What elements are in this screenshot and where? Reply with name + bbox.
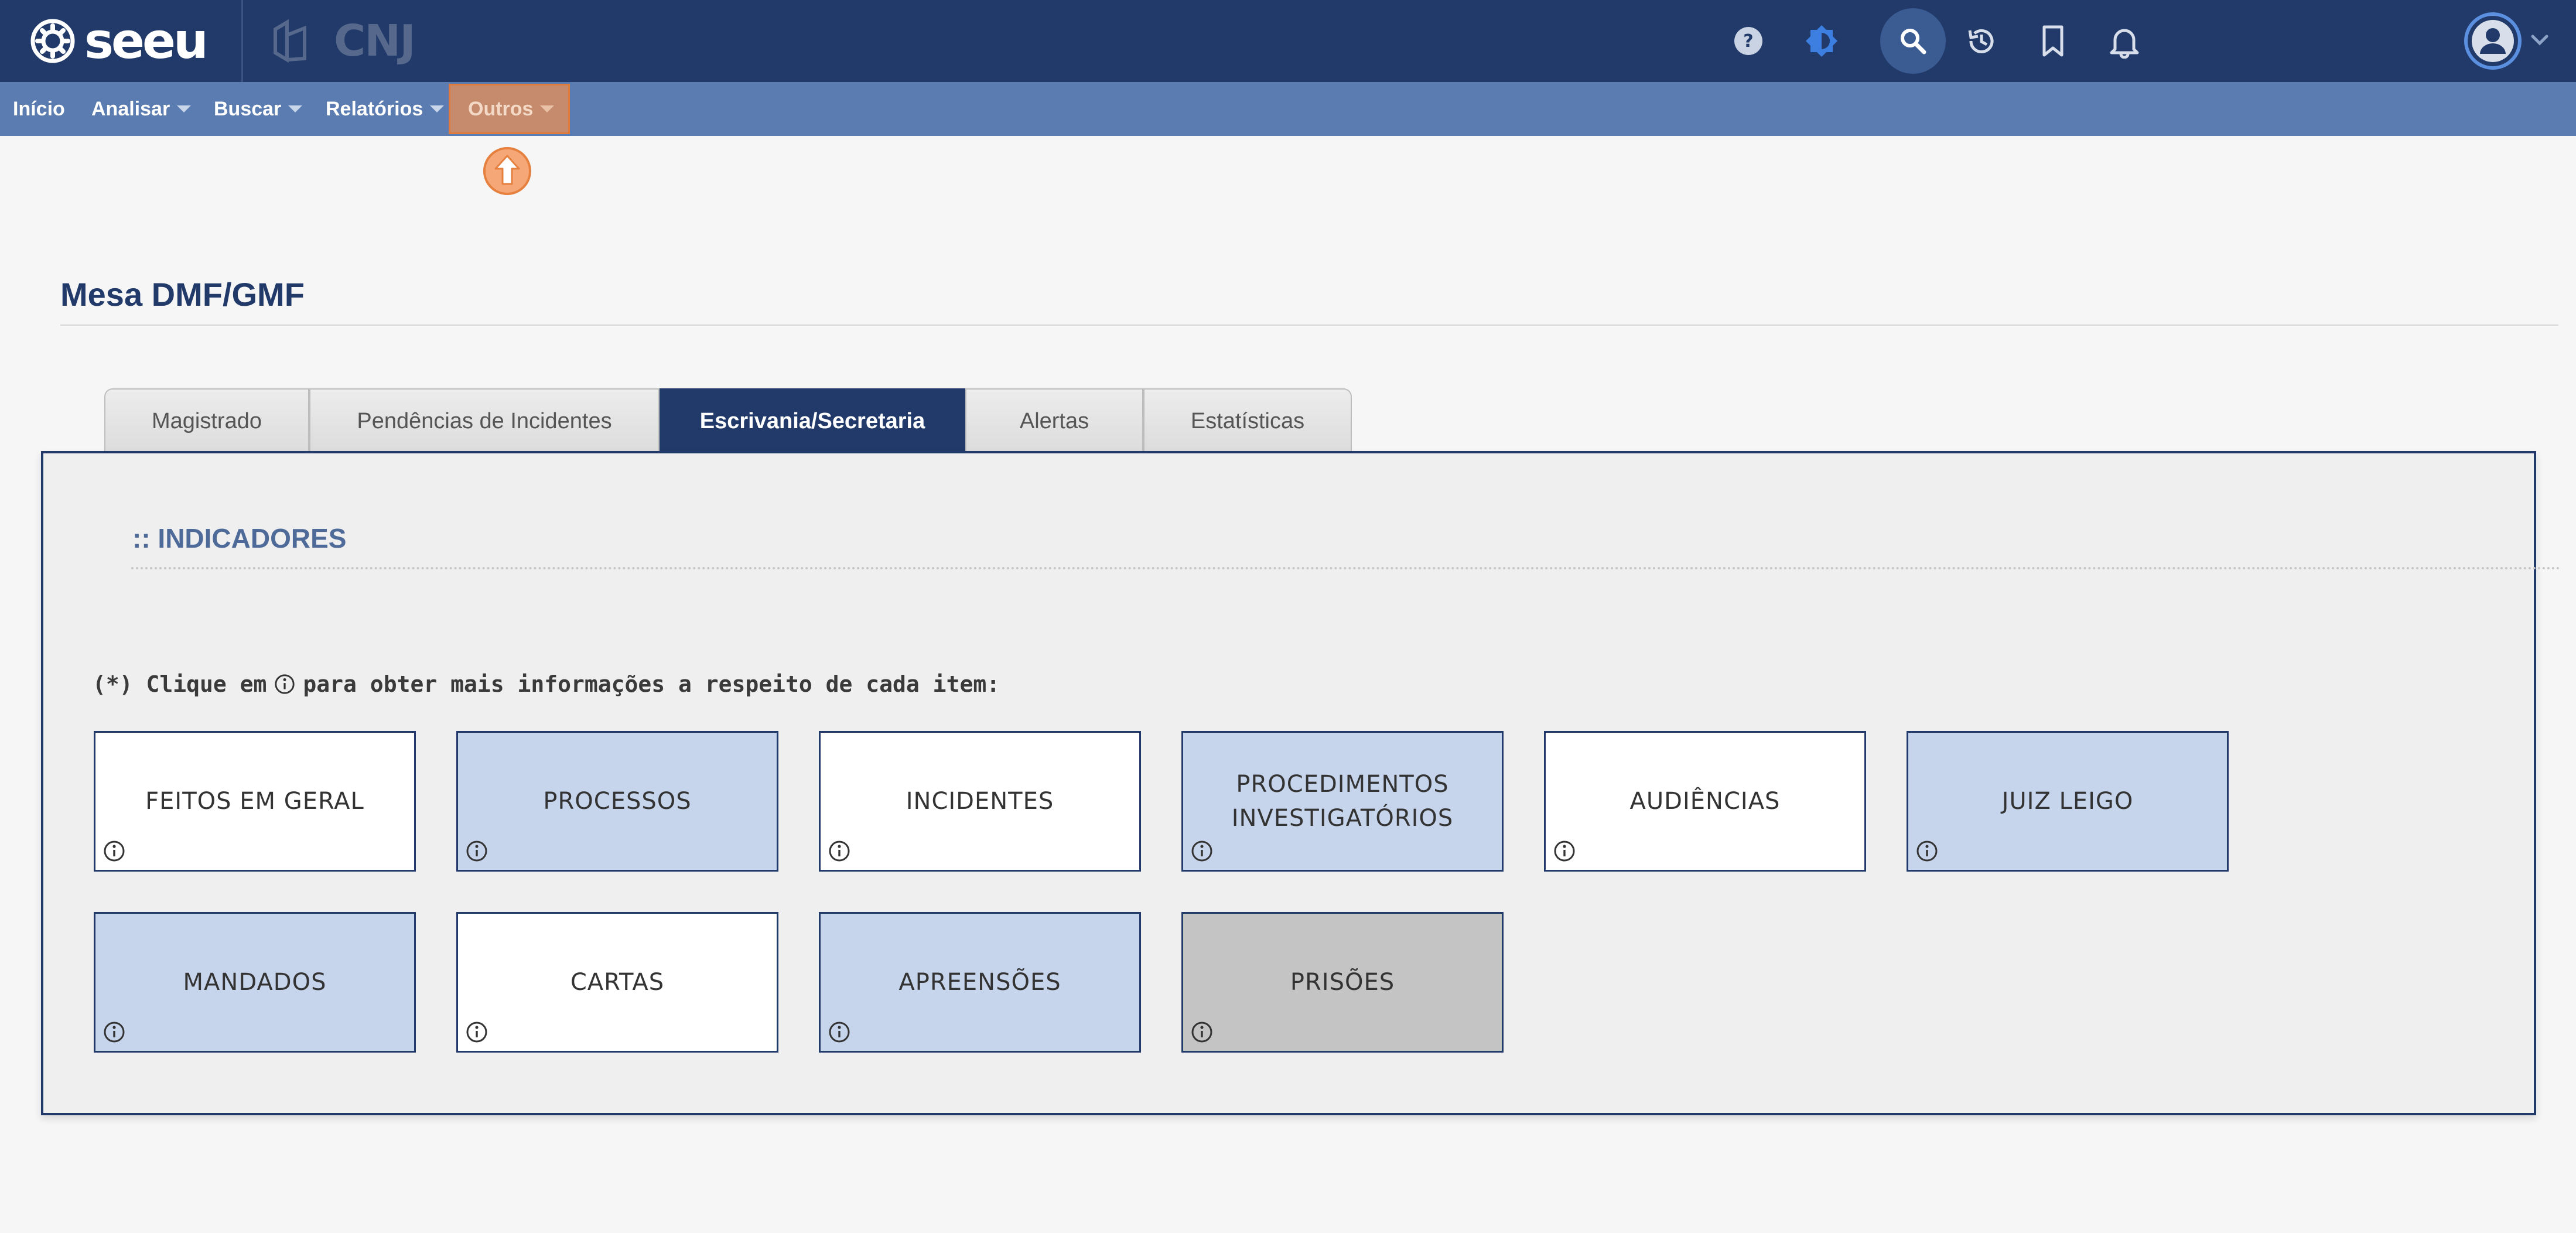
tab-label: Magistrado — [152, 408, 262, 433]
click-indicator-icon — [483, 146, 532, 196]
card-processos[interactable]: PROCESSOS — [456, 731, 778, 872]
card-label: PROCESSOS — [543, 788, 692, 815]
menu-item-label: Início — [13, 97, 65, 120]
caret-down-icon — [177, 105, 192, 112]
seeu-logo[interactable]: seeu — [29, 12, 209, 70]
info-icon[interactable] — [103, 839, 126, 863]
help-icon[interactable]: ? — [1725, 18, 1772, 64]
header-divider — [241, 0, 243, 82]
section-divider — [131, 567, 2562, 569]
tab-label: Escrivania/Secretaria — [699, 408, 925, 433]
main-menu: Início Analisar Buscar Relatórios Outros — [0, 82, 2576, 136]
card-audiencias[interactable]: AUDIÊNCIAS — [1544, 731, 1866, 872]
tab-pendencias-incidentes[interactable]: Pendências de Incidentes — [309, 388, 660, 453]
theme-toggle-icon[interactable] — [1798, 18, 1845, 64]
card-label: CARTAS — [570, 969, 665, 996]
tab-label: Alertas — [1019, 408, 1089, 433]
card-prisoes[interactable]: PRISÕES — [1181, 912, 1504, 1053]
card-label: PRISÕES — [1290, 969, 1395, 996]
card-label: FEITOS EM GERAL — [145, 788, 364, 815]
card-label: APREENSÕES — [898, 969, 1061, 996]
cnj-brand-text: CNJ — [334, 15, 416, 66]
tab-estatisticas[interactable]: Estatísticas — [1143, 388, 1352, 453]
cnj-logo: CNJ — [269, 13, 416, 69]
card-feitos-em-geral[interactable]: FEITOS EM GERAL — [94, 731, 416, 872]
top-header: seeu CNJ ? — [0, 0, 2576, 82]
seeu-brand-text: seeu — [84, 12, 209, 70]
title-divider — [60, 325, 2558, 326]
info-icon[interactable] — [828, 1020, 851, 1044]
search-icon[interactable] — [1880, 8, 1946, 74]
seeu-gear-icon — [30, 19, 75, 63]
card-apreensoes[interactable]: APREENSÕES — [819, 912, 1141, 1053]
info-icon[interactable] — [1190, 839, 1214, 863]
info-icon[interactable] — [1553, 839, 1576, 863]
instruction-before: (*) Clique em — [93, 671, 267, 697]
chevron-down-icon[interactable] — [2529, 33, 2550, 50]
menu-item-outros[interactable]: Outros — [449, 84, 570, 134]
card-mandados[interactable]: MANDADOS — [94, 912, 416, 1053]
menu-item-buscar[interactable]: Buscar — [214, 82, 303, 136]
tab-label: Pendências de Incidentes — [357, 408, 612, 433]
caret-down-icon — [540, 105, 555, 112]
card-incidentes[interactable]: INCIDENTES — [819, 731, 1141, 872]
card-label: INCIDENTES — [906, 788, 1054, 815]
instruction-after: para obter mais informações a respeito d… — [303, 671, 1000, 697]
user-avatar-icon[interactable] — [2460, 8, 2526, 74]
tab-label: Estatísticas — [1190, 408, 1305, 433]
instruction-text: (*) Clique em para obter mais informaçõe… — [93, 671, 1000, 697]
card-label: PROCEDIMENTOS INVESTIGATÓRIOS — [1231, 771, 1454, 832]
history-icon[interactable] — [1958, 18, 2005, 64]
menu-item-label: Relatórios — [326, 97, 423, 120]
tab-alertas[interactable]: Alertas — [965, 388, 1143, 453]
bell-icon[interactable] — [2101, 18, 2148, 64]
info-icon[interactable] — [465, 839, 488, 863]
menu-item-label: Outros — [468, 97, 534, 120]
menu-item-inicio[interactable]: Início — [13, 82, 65, 136]
tab-escrivania-secretaria[interactable]: Escrivania/Secretaria — [660, 388, 965, 453]
menu-item-analisar[interactable]: Analisar — [91, 82, 192, 136]
info-icon[interactable] — [465, 1020, 488, 1044]
page-title: Mesa DMF/GMF — [60, 276, 305, 313]
menu-item-label: Analisar — [91, 97, 170, 120]
svg-text:?: ? — [1743, 31, 1753, 52]
cnj-emblem-icon — [274, 19, 306, 63]
card-juiz-leigo[interactable]: JUIZ LEIGO — [1907, 731, 2229, 872]
info-icon — [275, 674, 295, 694]
card-label: MANDADOS — [183, 969, 327, 996]
card-cartas[interactable]: CARTAS — [456, 912, 778, 1053]
info-icon[interactable] — [1915, 839, 1939, 863]
info-icon[interactable] — [1190, 1020, 1214, 1044]
tab-panel: :: INDICADORES (*) Clique em para obter … — [41, 451, 2562, 1115]
menu-item-label: Buscar — [214, 97, 282, 120]
tab-magistrado[interactable]: Magistrado — [104, 388, 309, 453]
section-title: :: INDICADORES — [132, 523, 347, 554]
caret-down-icon — [430, 105, 445, 112]
card-procedimentos-investigatorios[interactable]: PROCEDIMENTOS INVESTIGATÓRIOS — [1181, 731, 1504, 872]
card-label: AUDIÊNCIAS — [1629, 788, 1781, 815]
info-icon[interactable] — [828, 839, 851, 863]
caret-down-icon — [288, 105, 303, 112]
bookmark-icon[interactable] — [2030, 18, 2076, 64]
menu-item-relatorios[interactable]: Relatórios — [326, 82, 445, 136]
card-label: JUIZ LEIGO — [2001, 788, 2134, 815]
info-icon[interactable] — [103, 1020, 126, 1044]
tab-bar: Magistrado Pendências de Incidentes Escr… — [104, 388, 1352, 453]
